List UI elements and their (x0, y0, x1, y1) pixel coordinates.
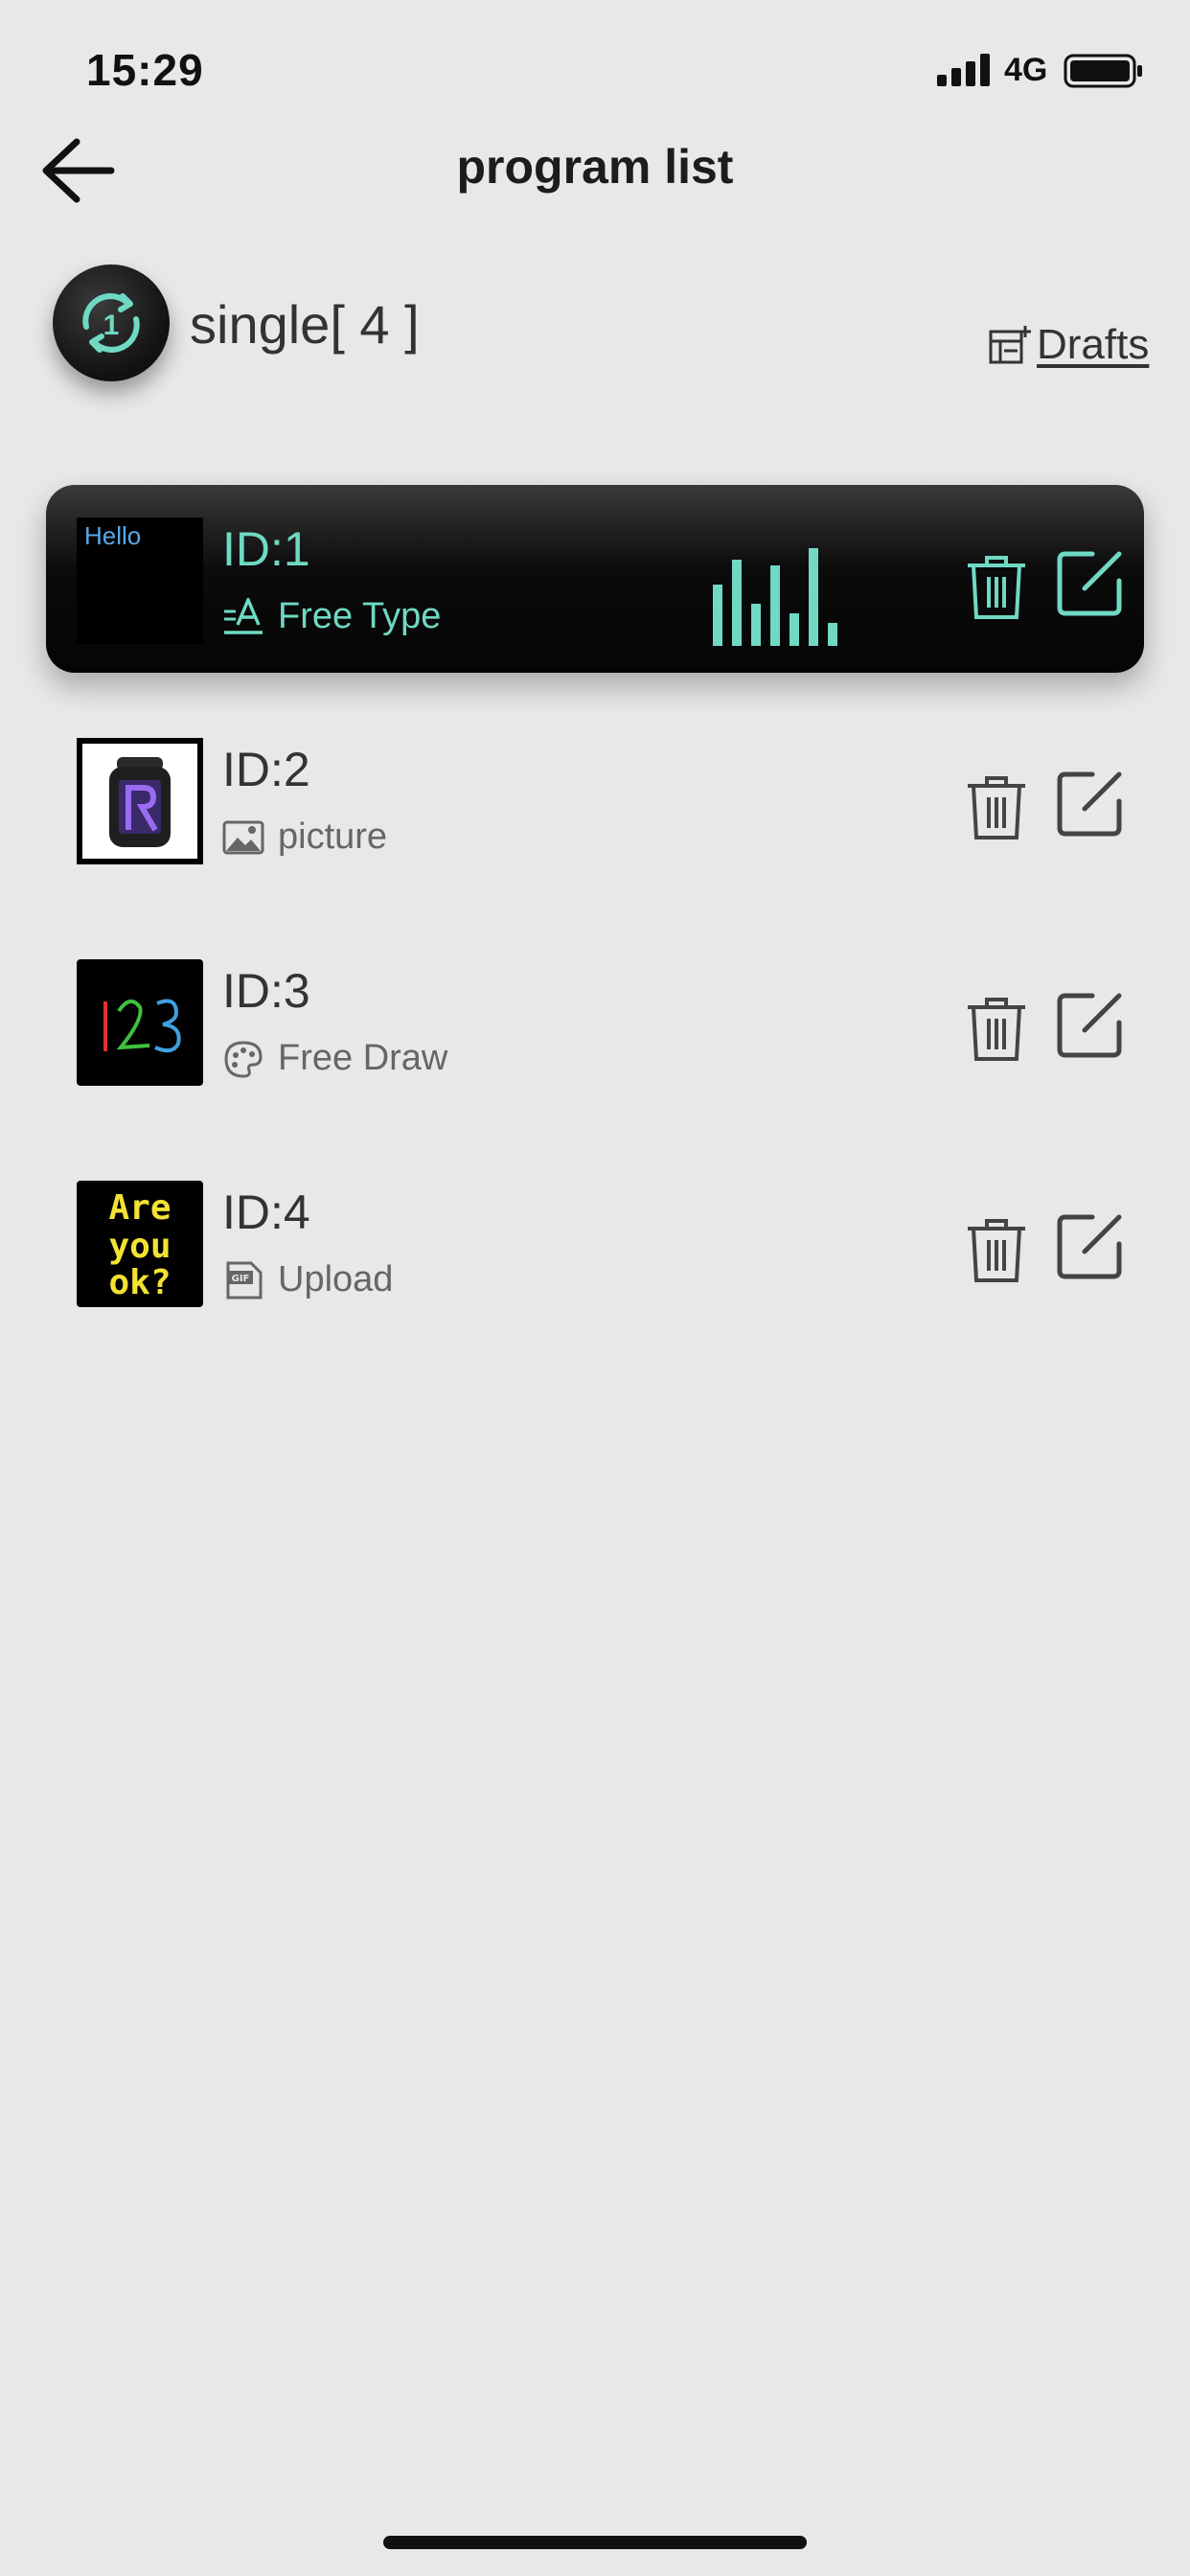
program-thumbnail: Are you ok? (77, 1181, 203, 1307)
thumb-line-3: ok? (108, 1263, 171, 1302)
edit-icon[interactable] (1056, 990, 1125, 1059)
playing-equalizer-icon (713, 548, 837, 646)
palette-icon (222, 1040, 264, 1078)
edit-icon[interactable] (1056, 548, 1125, 617)
program-type-label: Free Draw (278, 1038, 448, 1078)
program-row[interactable]: ID:2 picture (46, 705, 1144, 893)
drafts-link[interactable]: Drafts (987, 318, 1149, 372)
gif-icon: GIF (222, 1261, 264, 1300)
program-type: Free Draw (222, 1038, 447, 1079)
single-loop-icon: 1 (82, 293, 140, 353)
program-id: ID:2 (222, 743, 310, 796)
program-type-label: Upload (278, 1259, 394, 1300)
network-type: 4G (1004, 52, 1048, 88)
image-icon (222, 818, 264, 857)
thumb-line-2: you (108, 1227, 171, 1266)
delete-icon[interactable] (964, 1217, 1029, 1284)
page-title: program list (456, 140, 734, 194)
cellular-signal-icon (937, 54, 990, 86)
program-thumbnail (77, 738, 203, 864)
svg-text:1: 1 (103, 310, 120, 341)
delete-icon[interactable] (964, 996, 1029, 1063)
program-type-label: Free Type (278, 596, 442, 636)
text-type-icon (222, 597, 264, 636)
drafts-label: Drafts (1037, 321, 1150, 368)
program-type: GIF Upload (222, 1259, 393, 1300)
status-time: 15:29 (86, 45, 204, 95)
status-bar: 15:29 4G (0, 0, 1190, 144)
program-thumbnail: Hello (77, 518, 203, 644)
play-mode-button[interactable]: 1 (53, 264, 170, 381)
thumbnail-text: Hello (84, 521, 141, 550)
play-mode-label: single[ 4 ] (190, 294, 420, 355)
program-thumbnail (77, 959, 203, 1086)
edit-icon[interactable] (1056, 1211, 1125, 1280)
program-id: ID:4 (222, 1185, 310, 1239)
program-type-label: picture (278, 816, 388, 857)
program-id: ID:1 (222, 522, 310, 576)
program-row[interactable]: Hello ID:1 Free Type (46, 485, 1144, 673)
drawing-image (103, 999, 181, 1053)
battery-icon (1064, 54, 1142, 88)
program-row[interactable]: ID:3 Free Draw (46, 927, 1144, 1115)
program-id: ID:3 (222, 964, 310, 1018)
backpack-image (109, 757, 171, 847)
drafts-icon (989, 326, 1031, 364)
home-indicator[interactable] (383, 2536, 807, 2549)
delete-icon[interactable] (964, 774, 1029, 841)
program-row[interactable]: Are you ok? ID:4 GIF Upload (46, 1148, 1144, 1336)
program-type: Free Type (222, 596, 441, 637)
thumbnail-image: Hello (84, 521, 141, 550)
text-image: Are you ok? (108, 1188, 171, 1302)
thumb-line-1: Are (108, 1188, 171, 1228)
delete-icon[interactable] (964, 554, 1029, 621)
svg-text:GIF: GIF (232, 1274, 250, 1284)
program-type: picture (222, 816, 387, 858)
edit-icon[interactable] (1056, 769, 1125, 838)
